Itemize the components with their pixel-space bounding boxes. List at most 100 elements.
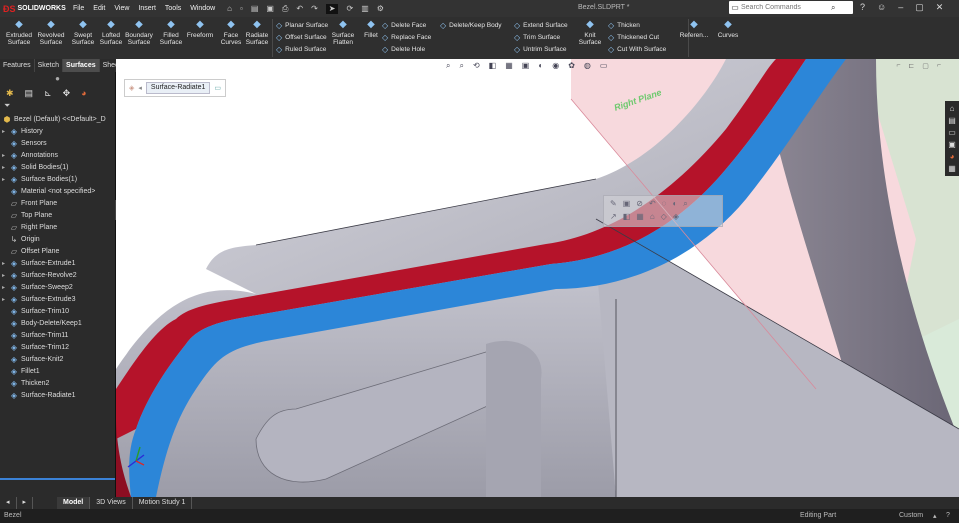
status-units[interactable]: Custom xyxy=(899,512,923,519)
tree-item-surface-trim12[interactable]: ◈ Surface-Trim12 xyxy=(2,342,115,354)
bottom-tab-model[interactable]: Model xyxy=(57,497,91,509)
options-icon[interactable]: ⚙ xyxy=(377,4,384,14)
tree-item-surface-trim10[interactable]: ◈ Surface-Trim10 xyxy=(2,306,115,318)
breadcrumb-feature[interactable]: Surface-Radiate1 xyxy=(145,82,211,94)
menu-view[interactable]: View xyxy=(114,5,129,12)
ctx-suppress-icon[interactable]: ⊘ xyxy=(636,199,643,209)
lofted-surface-button[interactable]: ◆ Lofted Surface xyxy=(96,19,126,46)
viewport-close-icon[interactable]: ⌐ xyxy=(937,62,941,70)
viewport-restore-icon[interactable]: ▢ xyxy=(922,62,929,70)
expand-arrow-icon[interactable]: ▸ xyxy=(2,162,9,174)
dimxpert-tab-icon[interactable]: ✥ xyxy=(63,88,71,99)
ctx-edit-sketch-icon[interactable]: ▣ xyxy=(623,199,631,209)
tab-sketch[interactable]: Sketch xyxy=(35,59,64,72)
appearances-icon[interactable]: ◕ xyxy=(950,152,955,161)
extruded-surface-button[interactable]: ◆ Extruded Surface xyxy=(4,19,34,46)
tree-item-surface-extrude1[interactable]: ▸ ◈ Surface-Extrude1 xyxy=(2,258,115,270)
view-settings-icon[interactable]: ▭ xyxy=(600,61,608,71)
ctx-rollback-icon[interactable]: ↶ xyxy=(649,199,656,209)
surface-flatten-button[interactable]: ◆ Surface Flatten xyxy=(330,19,356,46)
open-icon[interactable]: ▤ xyxy=(251,4,259,14)
rebuild-icon[interactable]: ⟳ xyxy=(346,4,353,14)
menu-insert[interactable]: Insert xyxy=(138,5,156,12)
radiate-surface-button[interactable]: ◆ Radiate Surface xyxy=(242,19,272,46)
tree-item-origin[interactable]: ↳ Origin xyxy=(2,234,115,246)
previous-view-icon[interactable]: ⟲ xyxy=(473,61,480,71)
search-input[interactable] xyxy=(741,4,831,11)
tree-item-surface-bodies-1[interactable]: ▸ ◈ Surface Bodies(1) xyxy=(2,174,115,186)
breadcrumb-part-icon[interactable]: ◈ xyxy=(129,84,134,92)
feature-manager-tab-icon[interactable]: ✱ xyxy=(6,88,14,99)
tree-root[interactable]: ⬢ Bezel (Default) <<Default>_D xyxy=(2,114,115,126)
rollback-bar[interactable] xyxy=(0,478,115,480)
redo-icon[interactable]: ↷ xyxy=(311,4,318,14)
tree-item-solid-bodies-1[interactable]: ▸ ◈ Solid Bodies(1) xyxy=(2,162,115,174)
curves-button[interactable]: ◆ Curves xyxy=(712,19,744,39)
ctx-hide-icon[interactable]: ◌ xyxy=(662,199,667,209)
solidworks-resources-icon[interactable]: ⌂ xyxy=(950,104,955,113)
minimize-icon[interactable]: – xyxy=(898,2,903,13)
expand-arrow-icon[interactable]: ▸ xyxy=(2,294,9,306)
planar-surface-button[interactable]: ◇ Planar Surface xyxy=(276,20,328,31)
expand-arrow-icon[interactable]: ▸ xyxy=(2,174,9,186)
replace-face-button[interactable]: ◇ Replace Face xyxy=(382,32,431,43)
zoom-to-fit-icon[interactable]: ⌕ xyxy=(446,61,450,71)
print-icon[interactable]: ⎙ xyxy=(282,4,288,14)
filled-surface-button[interactable]: ◆ Filled Surface xyxy=(156,19,186,46)
viewport-minimize-icon[interactable]: ⌐ xyxy=(896,62,900,70)
model-view[interactable] xyxy=(116,59,959,497)
tree-item-top-plane[interactable]: ▱ Top Plane xyxy=(2,210,115,222)
graphics-area[interactable]: ⌕ ⌕ ⟲ ◧ ▦ ▣ ◐ ◉ ✿ ◍ ▭ ⌐ ⊏ ▢ ⌐ ◈ ◂ Surfac… xyxy=(116,59,959,497)
hide-show-items-icon[interactable]: ◉ xyxy=(552,61,559,71)
section-view-icon[interactable]: ◧ xyxy=(489,61,497,71)
maximize-icon[interactable]: ▢ xyxy=(915,2,924,13)
fillet-button[interactable]: ◆ Fillet xyxy=(358,19,384,39)
knit-surface-button[interactable]: ◆ Knit Surface xyxy=(578,19,602,46)
file-properties-icon[interactable]: ▥ xyxy=(361,4,369,14)
display-style-icon[interactable]: ◐ xyxy=(538,61,543,71)
tree-item-front-plane[interactable]: ▱ Front Plane xyxy=(2,198,115,210)
ctx-appearance-icon[interactable]: ◐ xyxy=(672,199,677,209)
delete-hole-button[interactable]: ◇ Delete Hole xyxy=(382,44,425,55)
ctx-normal-to-icon[interactable]: ↗ xyxy=(610,212,617,221)
thicken-button[interactable]: ◇ Thicken xyxy=(608,20,640,31)
tree-item-sensors[interactable]: ◈ Sensors xyxy=(2,138,115,150)
file-explorer-icon[interactable]: ▭ xyxy=(948,128,956,137)
thickened-cut-button[interactable]: ◇ Thickened Cut xyxy=(608,32,659,43)
configuration-manager-tab-icon[interactable]: ⊾ xyxy=(44,88,52,99)
menu-edit[interactable]: Edit xyxy=(93,5,105,12)
tree-item-surface-knit2[interactable]: ◈ Surface-Knit2 xyxy=(2,354,115,366)
display-manager-tab-icon[interactable]: ◕ xyxy=(81,88,86,98)
tree-item-body-delete-keep1[interactable]: ◈ Body-Delete/Keep1 xyxy=(2,318,115,330)
bottom-tab-scroll-left-icon[interactable]: ◂ xyxy=(0,497,17,509)
tab-features[interactable]: Features xyxy=(0,59,35,72)
menu-window[interactable]: Window xyxy=(190,5,215,12)
status-help-icon[interactable]: ? xyxy=(946,512,950,519)
view-palette-icon[interactable]: ▣ xyxy=(948,140,956,149)
search-type-icon[interactable]: ▭ xyxy=(729,3,741,12)
reference-geometry-button[interactable]: ◆ Referen... xyxy=(678,19,710,39)
status-units-dropdown-icon[interactable]: ▴ xyxy=(933,512,937,520)
ctx-reference-icon[interactable]: ◇ xyxy=(661,212,667,221)
expand-arrow-icon[interactable]: ▸ xyxy=(2,150,9,162)
design-library-icon[interactable]: ▤ xyxy=(948,116,956,125)
home-icon[interactable]: ⌂ xyxy=(227,4,232,14)
expand-arrow-icon[interactable]: ▸ xyxy=(2,126,9,138)
edit-appearance-icon[interactable]: ✿ xyxy=(568,61,575,71)
cut-with-surface-button[interactable]: ◇ Cut With Surface xyxy=(608,44,666,55)
search-icon[interactable]: ⌕ xyxy=(831,3,835,13)
search-commands[interactable]: ▭ ⌕ xyxy=(729,1,853,14)
breadcrumb-thumb-icon[interactable]: ▭ xyxy=(214,84,221,92)
expand-arrow-icon[interactable]: ▸ xyxy=(2,258,9,270)
delete-keep-body-button[interactable]: ◇ Delete/Keep Body xyxy=(440,20,502,31)
zoom-area-icon[interactable]: ⌕ xyxy=(459,61,463,71)
tree-item-annotations[interactable]: ▸ ◈ Annotations xyxy=(2,150,115,162)
expand-arrow-icon[interactable]: ▸ xyxy=(2,282,9,294)
save-icon[interactable]: ▣ xyxy=(266,4,274,14)
ctx-properties-icon[interactable]: ◈ xyxy=(673,212,679,221)
ctx-zoom-icon[interactable]: ⌕ xyxy=(683,199,687,209)
ctx-select-other-icon[interactable]: ▦ xyxy=(636,212,644,221)
panel-grip-icon[interactable]: ● xyxy=(0,72,115,85)
tree-item-thicken2[interactable]: ◈ Thicken2 xyxy=(2,378,115,390)
property-manager-tab-icon[interactable]: ▤ xyxy=(25,88,34,99)
